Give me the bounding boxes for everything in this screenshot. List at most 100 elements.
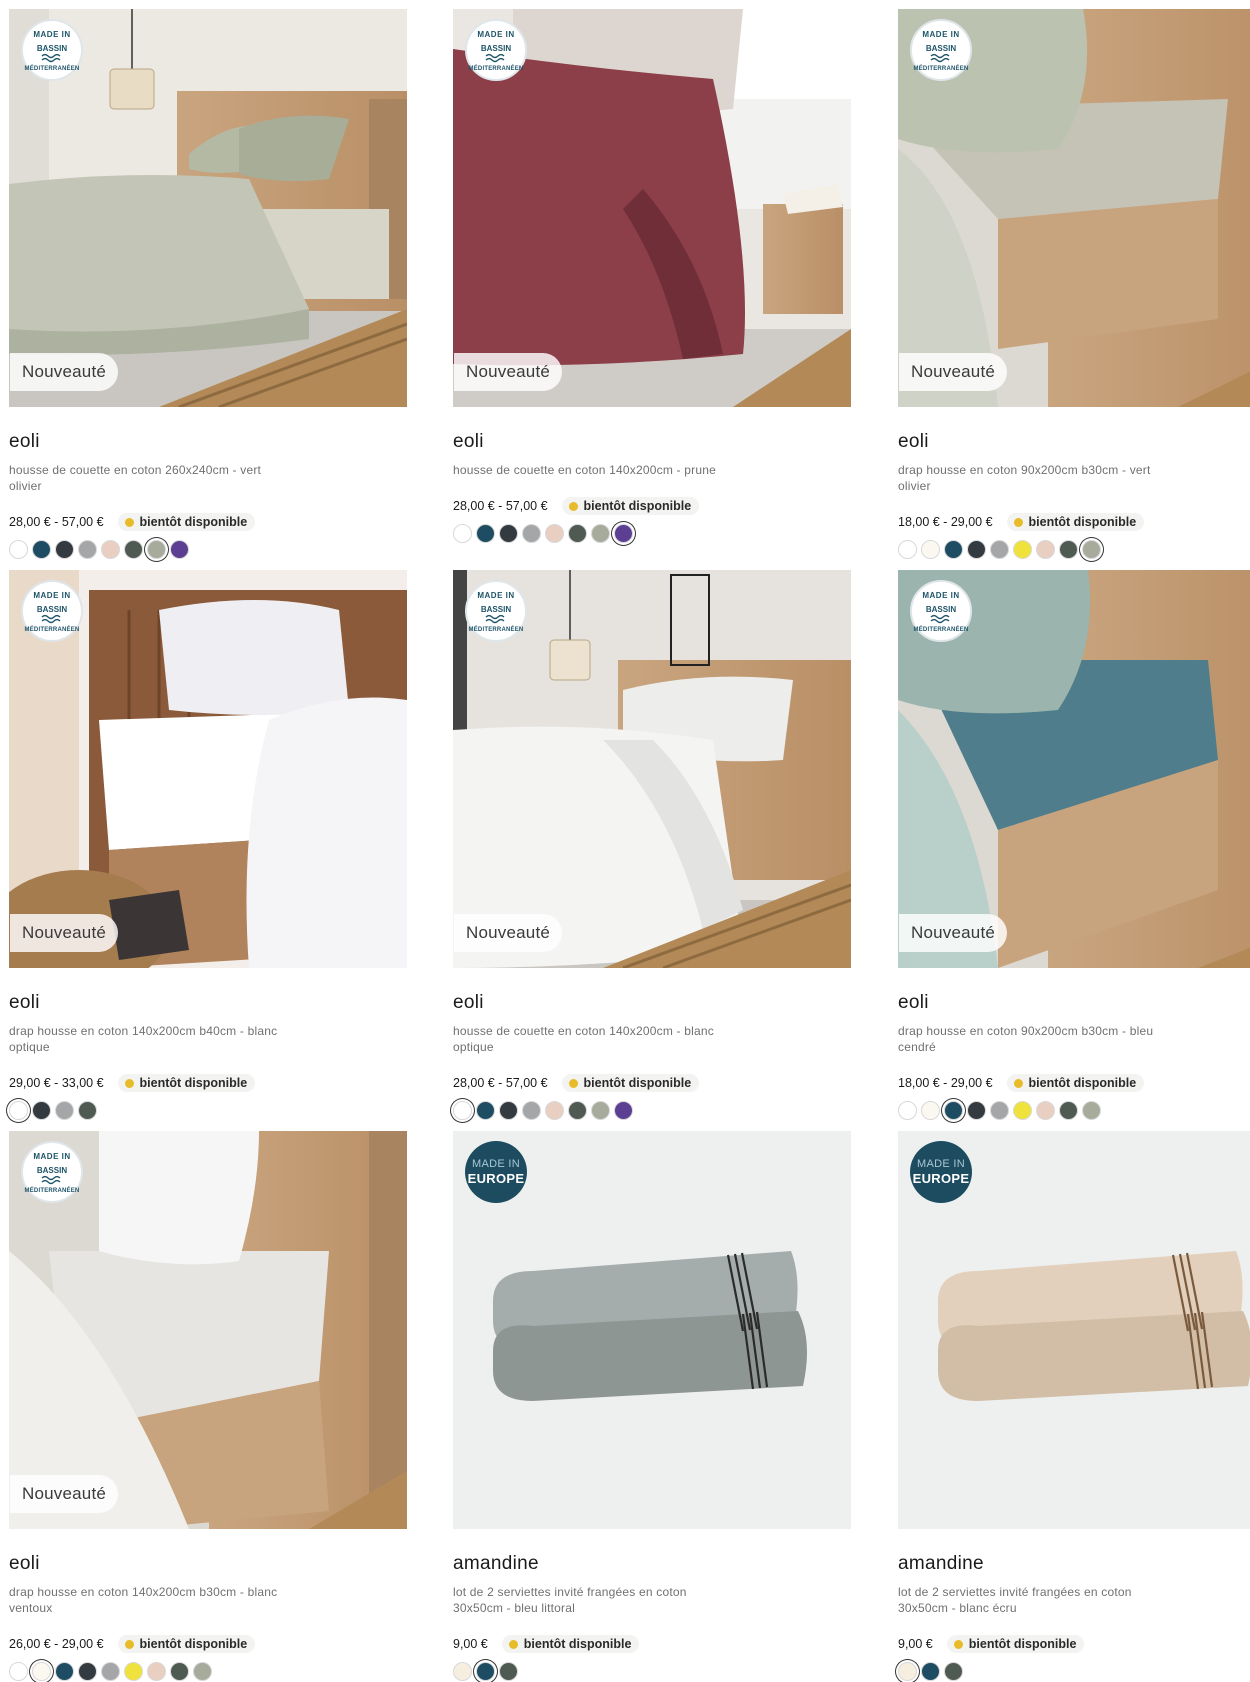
color-swatch[interactable]	[453, 524, 472, 543]
color-swatch[interactable]	[921, 1101, 940, 1120]
color-swatch[interactable]	[898, 540, 917, 559]
color-swatch[interactable]	[499, 524, 518, 543]
color-swatch[interactable]	[170, 1662, 189, 1681]
product-description[interactable]: drap housse en coton 140x200cm b30cm - b…	[9, 1584, 279, 1616]
product-brand[interactable]: eoli	[453, 431, 484, 453]
color-swatch[interactable]	[476, 1662, 495, 1681]
product-card[interactable]: MADE IN BASSIN MÉDITERRANÉEN Nouveauté eoli h…	[453, 9, 851, 569]
color-swatch[interactable]	[78, 1101, 97, 1120]
color-swatch[interactable]	[124, 1662, 143, 1681]
product-card[interactable]: MADE IN BASSIN MÉDITERRANÉEN Nouveauté eoli d…	[9, 570, 407, 1130]
color-swatch[interactable]	[499, 1101, 518, 1120]
product-card[interactable]: MADE IN BASSIN MÉDITERRANÉEN Nouveauté eoli d…	[9, 1131, 407, 1682]
product-description[interactable]: housse de couette en coton 260x240cm - v…	[9, 462, 279, 494]
color-swatch[interactable]	[55, 1101, 74, 1120]
product-description[interactable]: housse de couette en coton 140x200cm - b…	[453, 1023, 723, 1055]
color-swatch[interactable]	[170, 540, 189, 559]
color-swatch[interactable]	[1082, 540, 1101, 559]
product-description[interactable]: drap housse en coton 90x200cm b30cm - bl…	[898, 1023, 1168, 1055]
product-brand[interactable]: amandine	[453, 1553, 539, 1575]
color-swatch[interactable]	[614, 1101, 633, 1120]
color-swatch[interactable]	[124, 540, 143, 559]
color-swatch[interactable]	[967, 540, 986, 559]
product-image[interactable]: MADE IN BASSIN MÉDITERRANÉEN Nouveauté	[9, 9, 407, 407]
color-swatch[interactable]	[967, 1101, 986, 1120]
product-image[interactable]: MADE IN EUROPE	[898, 1131, 1250, 1529]
color-swatch[interactable]	[9, 540, 28, 559]
color-swatch[interactable]	[101, 540, 120, 559]
color-swatch[interactable]	[147, 540, 166, 559]
product-card[interactable]: MADE IN EUROPE amandine lot de 2 serviettes…	[453, 1131, 851, 1682]
product-card[interactable]: MADE IN BASSIN MÉDITERRANÉEN Nouveauté eoli h…	[9, 9, 407, 569]
product-image[interactable]: MADE IN BASSIN MÉDITERRANÉEN Nouveauté	[9, 570, 407, 968]
color-swatch[interactable]	[1059, 1101, 1078, 1120]
product-image[interactable]: MADE IN EUROPE	[453, 1131, 851, 1529]
color-swatch[interactable]	[476, 1101, 495, 1120]
color-swatch[interactable]	[568, 524, 587, 543]
color-swatch[interactable]	[1013, 540, 1032, 559]
color-swatch[interactable]	[32, 1662, 51, 1681]
color-swatch[interactable]	[55, 1662, 74, 1681]
color-swatch[interactable]	[78, 540, 97, 559]
color-swatch[interactable]	[1013, 1101, 1032, 1120]
color-swatch[interactable]	[545, 1101, 564, 1120]
color-swatch[interactable]	[921, 1662, 940, 1681]
color-swatch[interactable]	[545, 524, 564, 543]
color-swatch[interactable]	[453, 1662, 472, 1681]
product-brand[interactable]: amandine	[898, 1553, 984, 1575]
product-brand[interactable]: eoli	[898, 992, 929, 1014]
color-swatch[interactable]	[32, 540, 51, 559]
color-swatch[interactable]	[9, 1101, 28, 1120]
color-swatch[interactable]	[591, 524, 610, 543]
status-dot-icon	[1013, 517, 1023, 527]
product-description[interactable]: lot de 2 serviettes invité frangées en c…	[453, 1584, 723, 1616]
product-description[interactable]: drap housse en coton 140x200cm b40cm - b…	[9, 1023, 279, 1055]
color-swatch[interactable]	[1059, 540, 1078, 559]
color-swatch[interactable]	[9, 1662, 28, 1681]
color-swatch[interactable]	[193, 1662, 212, 1681]
product-brand[interactable]: eoli	[898, 431, 929, 453]
color-swatch[interactable]	[898, 1662, 917, 1681]
product-brand[interactable]: eoli	[9, 1553, 40, 1575]
product-brand[interactable]: eoli	[9, 992, 40, 1014]
color-swatch[interactable]	[1082, 1101, 1101, 1120]
color-swatch[interactable]	[921, 540, 940, 559]
product-card[interactable]: MADE IN EUROPE amandine lot de 2 serviettes…	[898, 1131, 1250, 1682]
color-swatch[interactable]	[1036, 1101, 1055, 1120]
product-card[interactable]: MADE IN BASSIN MÉDITERRANÉEN Nouveauté eoli d…	[898, 9, 1250, 569]
color-swatch[interactable]	[591, 1101, 610, 1120]
color-swatch[interactable]	[476, 524, 495, 543]
product-brand[interactable]: eoli	[453, 992, 484, 1014]
price-row: 18,00 € - 29,00 € bientôt disponible	[898, 1074, 1145, 1092]
product-image[interactable]: MADE IN BASSIN MÉDITERRANÉEN Nouveauté	[453, 570, 851, 968]
product-image[interactable]: MADE IN BASSIN MÉDITERRANÉEN Nouveauté	[453, 9, 851, 407]
color-swatch[interactable]	[78, 1662, 97, 1681]
color-swatch[interactable]	[944, 1662, 963, 1681]
product-card[interactable]: MADE IN BASSIN MÉDITERRANÉEN Nouveauté eoli d…	[898, 570, 1250, 1130]
color-swatch[interactable]	[614, 524, 633, 543]
color-swatch[interactable]	[453, 1101, 472, 1120]
product-image[interactable]: MADE IN BASSIN MÉDITERRANÉEN Nouveauté	[9, 1131, 407, 1529]
color-swatch[interactable]	[944, 540, 963, 559]
product-image[interactable]: MADE IN BASSIN MÉDITERRANÉEN Nouveauté	[898, 9, 1250, 407]
color-swatch[interactable]	[568, 1101, 587, 1120]
product-description[interactable]: lot de 2 serviettes invité frangées en c…	[898, 1584, 1168, 1616]
product-card[interactable]: MADE IN BASSIN MÉDITERRANÉEN Nouveauté eoli h…	[453, 570, 851, 1130]
color-swatch[interactable]	[1036, 540, 1055, 559]
price-row: 26,00 € - 29,00 € bientôt disponible	[9, 1635, 256, 1653]
color-swatch[interactable]	[898, 1101, 917, 1120]
color-swatch[interactable]	[499, 1662, 518, 1681]
color-swatch[interactable]	[990, 1101, 1009, 1120]
product-description[interactable]: drap housse en coton 90x200cm b30cm - ve…	[898, 462, 1168, 494]
color-swatch[interactable]	[32, 1101, 51, 1120]
color-swatch[interactable]	[55, 540, 74, 559]
color-swatch[interactable]	[522, 1101, 541, 1120]
color-swatch[interactable]	[990, 540, 1009, 559]
color-swatch[interactable]	[522, 524, 541, 543]
color-swatch[interactable]	[147, 1662, 166, 1681]
product-image[interactable]: MADE IN BASSIN MÉDITERRANÉEN Nouveauté	[898, 570, 1250, 968]
color-swatch[interactable]	[101, 1662, 120, 1681]
product-description[interactable]: housse de couette en coton 140x200cm - p…	[453, 462, 723, 478]
color-swatch[interactable]	[944, 1101, 963, 1120]
product-brand[interactable]: eoli	[9, 431, 40, 453]
